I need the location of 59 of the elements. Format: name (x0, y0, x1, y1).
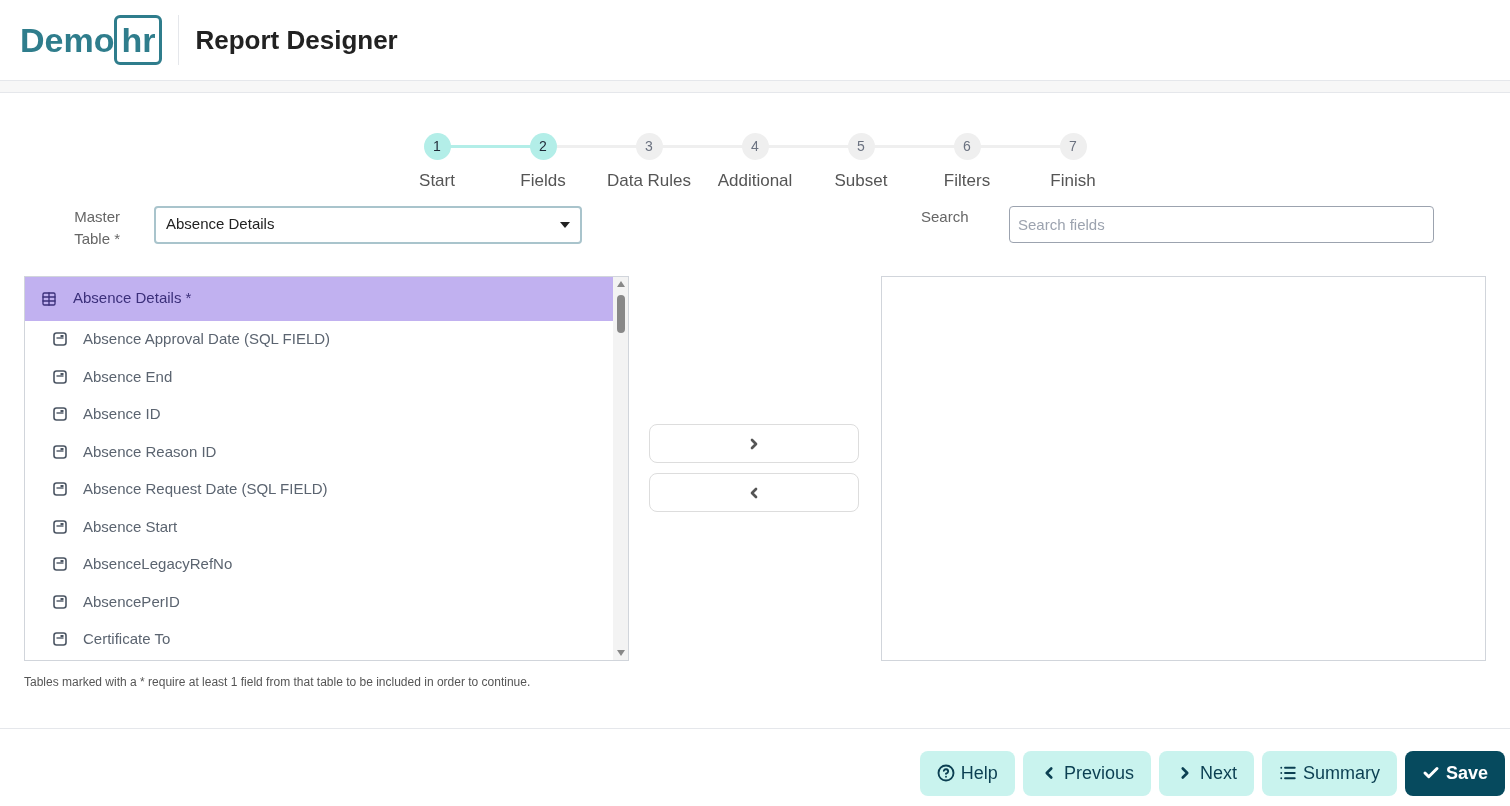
tree-item-label: Certificate To (83, 629, 171, 649)
field-icon (53, 482, 67, 497)
logo-badge: hr (114, 15, 163, 65)
field-label: Master Table * (73, 206, 120, 249)
help-icon (936, 764, 955, 782)
search-field[interactable]: Search fields (1009, 205, 1434, 243)
tree-item-label: Absence End (83, 366, 173, 387)
footer-button[interactable]: Help (919, 750, 1015, 796)
tree-item[interactable]: Absence Reason ID (25, 433, 614, 471)
step-label: Additional (717, 170, 793, 192)
dropdown-caret-icon (560, 221, 570, 228)
tree-item-label: Absence ID (83, 404, 161, 424)
search-label: Search (921, 206, 970, 227)
scroll-up-icon[interactable] (616, 280, 625, 287)
field-icon (53, 519, 67, 534)
tree-item[interactable]: Absence Start (25, 508, 614, 546)
note-text: Tables marked with a * require at least 1 field from that table to be included in order to continue. (23, 673, 532, 691)
tree-item[interactable]: Absence Approval Date (SQL FIELD) (25, 320, 614, 358)
footer-button[interactable]: Previous (1022, 750, 1151, 796)
field-icon (53, 332, 67, 347)
tree-item[interactable]: Absence Details * (25, 276, 614, 321)
field-icon (53, 594, 67, 609)
footer-button[interactable]: Next (1158, 750, 1254, 796)
field-icon (53, 407, 67, 422)
page-title: Report Designer (195, 23, 398, 57)
step-label: Data Rules (606, 170, 692, 192)
tree-item[interactable]: Absence End (25, 358, 614, 396)
tree-item-label: Absence Reason ID (83, 441, 217, 462)
scroll-down-icon[interactable] (616, 649, 625, 656)
step-label: Start (419, 170, 455, 192)
tree-item-label: AbsencePerID (83, 591, 180, 612)
field-icon (53, 369, 67, 384)
field-icon (53, 632, 67, 647)
table-icon (41, 290, 57, 307)
scrollbar-thumb[interactable] (616, 294, 625, 333)
remove-field-button[interactable] (649, 473, 859, 512)
tree-item[interactable]: AbsenceLegacyRefNo (25, 545, 614, 583)
footer-button[interactable]: Summary (1261, 750, 1397, 796)
field-icon (53, 557, 67, 572)
add-field-button[interactable] (649, 424, 859, 463)
tree-item[interactable]: Absence Request Date (SQL FIELD) (25, 470, 614, 508)
logo-text: Demo (20, 19, 115, 61)
step-label: Finish (1050, 170, 1096, 192)
tree-item-label: Absence Start (83, 516, 178, 537)
tree-item-label: Absence Details * (73, 288, 192, 309)
tree-item[interactable]: Certificate To (25, 620, 614, 658)
scrollbar[interactable] (613, 276, 629, 660)
tree-item-label: Absence Request Date (SQL FIELD) (83, 479, 328, 499)
field-icon (53, 444, 67, 459)
tree-item[interactable]: Absence ID (25, 395, 614, 433)
step-label: Filters (943, 170, 991, 192)
tree-item-label: Absence Approval Date (SQL FIELD) (83, 329, 331, 349)
step-label: Subset (834, 170, 888, 192)
tree-item-label: AbsenceLegacyRefNo (83, 554, 233, 574)
tree-item[interactable]: AbsencePerID (25, 583, 614, 621)
master-table-select[interactable]: Absence Details (154, 205, 582, 244)
step-label: Fields (520, 170, 566, 192)
list-icon (1278, 764, 1297, 782)
save-button[interactable]: Save (1404, 750, 1505, 796)
